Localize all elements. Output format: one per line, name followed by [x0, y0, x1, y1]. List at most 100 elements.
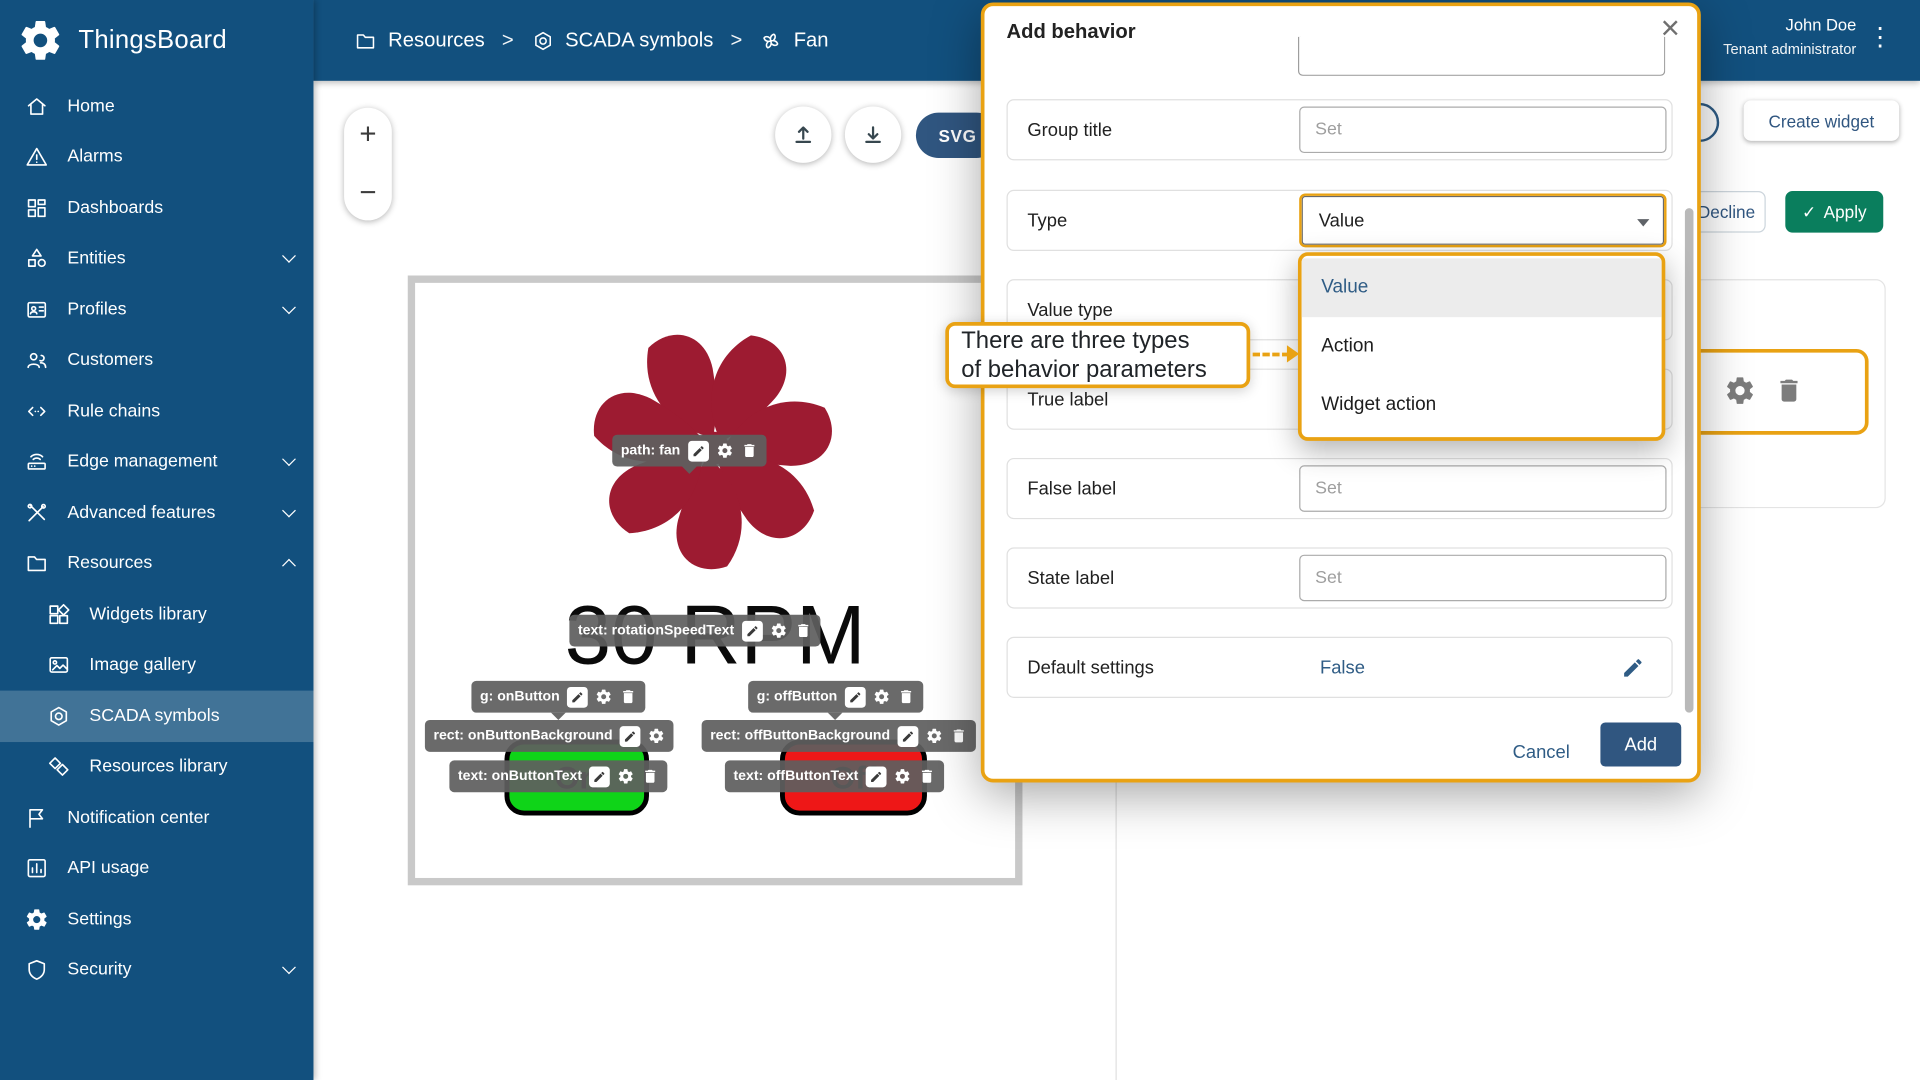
chevron-down-icon: [282, 960, 296, 975]
sidebar-item-label: Resources: [67, 553, 153, 574]
edit-icon[interactable]: [589, 765, 611, 787]
sidebar-item-label: Profiles: [67, 299, 127, 320]
gear-icon[interactable]: [770, 622, 787, 639]
sidebar-item-advanced-features[interactable]: Advanced features: [0, 487, 313, 538]
false-label-input[interactable]: [1299, 465, 1667, 512]
edit-icon[interactable]: [844, 686, 866, 708]
gear-icon[interactable]: [595, 688, 612, 705]
scrolled-field-partial[interactable]: [1297, 36, 1666, 76]
sidebar-item-settings[interactable]: Settings: [0, 894, 313, 945]
type-select[interactable]: Value: [1299, 193, 1667, 248]
tag-off-button-text: text: offButtonText: [724, 760, 945, 793]
breadcrumb-scada-symbols[interactable]: SCADA symbols: [531, 28, 714, 52]
add-button[interactable]: Add: [1600, 722, 1682, 767]
gear-icon[interactable]: [926, 727, 943, 744]
zoom-in-icon[interactable]: +: [359, 119, 376, 149]
home-icon: [27, 97, 46, 115]
dropdown-option-action[interactable]: Action: [1302, 317, 1662, 376]
app-name: ThingsBoard: [78, 25, 227, 54]
gear-icon[interactable]: [873, 688, 890, 705]
breadcrumb-label: Resources: [388, 28, 485, 51]
user-role: Tenant administrator: [1723, 40, 1857, 58]
download-button[interactable]: [844, 106, 902, 163]
dropdown-option-widget-action[interactable]: Widget action: [1302, 376, 1662, 435]
sidebar-item-resources-library[interactable]: Resources library: [0, 741, 313, 792]
gear-icon: [24, 907, 48, 931]
type-dropdown-panel: Value Action Widget action: [1297, 252, 1666, 441]
apply-button[interactable]: ✓ Apply: [1785, 191, 1884, 233]
sidebar-item-widgets-library[interactable]: Widgets library: [0, 589, 313, 640]
sidebar-item-label: Edge management: [67, 452, 218, 472]
sidebar-item-label: Resources library: [89, 757, 228, 777]
breadcrumb-separator: >: [501, 28, 514, 51]
field-label: State label: [1027, 567, 1115, 589]
sidebar-item-label: Home: [67, 96, 115, 117]
field-false-label: False label: [1006, 457, 1673, 520]
tutorial-tooltip: There are three types of behavior parame…: [945, 322, 1251, 389]
cancel-button[interactable]: Cancel: [1513, 742, 1570, 763]
tag-label: path: fan: [620, 443, 681, 458]
gear-icon[interactable]: [1724, 375, 1756, 407]
user-info: John Doe Tenant administrator: [1723, 13, 1856, 60]
breadcrumb-resources[interactable]: Resources: [354, 29, 485, 52]
trash-icon[interactable]: [897, 688, 914, 705]
trash-icon[interactable]: [740, 442, 757, 459]
edit-icon[interactable]: [897, 725, 919, 747]
create-widget-button[interactable]: Create widget: [1743, 100, 1900, 141]
state-label-input[interactable]: [1299, 554, 1667, 602]
trash-icon[interactable]: [918, 768, 935, 785]
trash-icon[interactable]: [642, 768, 659, 785]
breadcrumb-fan[interactable]: Fan: [759, 29, 829, 52]
sidebar-item-api-usage[interactable]: API usage: [0, 843, 313, 894]
sidebar-item-image-gallery[interactable]: Image gallery: [0, 640, 313, 691]
breadcrumb-label: SCADA symbols: [565, 28, 714, 51]
trash-icon[interactable]: [620, 688, 637, 705]
widgets-icon: [49, 603, 70, 624]
gear-icon[interactable]: [716, 442, 733, 459]
more-vertical-icon[interactable]: ⋮: [1867, 22, 1893, 54]
dialog-scrollbar[interactable]: [1684, 208, 1694, 713]
edit-icon[interactable]: [865, 765, 887, 787]
sidebar-item-edge-management[interactable]: Edge management: [0, 437, 313, 488]
scada-icon: [50, 706, 68, 726]
upload-button[interactable]: [775, 106, 832, 163]
dashboards-icon: [27, 198, 46, 217]
sidebar-item-rule-chains[interactable]: Rule chains: [0, 386, 313, 437]
sidebar-item-resources[interactable]: Resources: [0, 538, 313, 589]
field-label: True label: [1027, 388, 1109, 410]
sidebar-item-alarms[interactable]: Alarms: [0, 132, 313, 183]
edit-icon[interactable]: [687, 440, 709, 462]
dropdown-option-value[interactable]: Value: [1301, 258, 1662, 318]
gear-icon[interactable]: [894, 768, 911, 785]
sidebar-item-notification-center[interactable]: Notification center: [0, 792, 313, 843]
sidebar-item-profiles[interactable]: Profiles: [0, 284, 313, 335]
sidebar-item-customers[interactable]: Customers: [0, 335, 313, 386]
trash-icon[interactable]: [950, 727, 967, 744]
sidebar-item-label: Security: [67, 960, 132, 980]
sidebar-item-dashboards[interactable]: Dashboards: [0, 182, 313, 233]
gear-icon[interactable]: [618, 768, 635, 785]
sidebar-item-entities[interactable]: Entities: [0, 233, 313, 284]
sidebar-item-security[interactable]: Security: [0, 945, 313, 996]
folder-icon: [356, 33, 375, 48]
app-logo[interactable]: ThingsBoard: [0, 0, 313, 81]
trash-icon[interactable]: [1774, 376, 1803, 405]
edit-icon[interactable]: [741, 620, 763, 642]
field-state-label: State label: [1006, 547, 1673, 609]
image-icon: [49, 657, 69, 674]
add-behavior-dialog: Add behavior × Group title Type Value Va…: [980, 2, 1701, 783]
flag-icon: [29, 808, 44, 828]
group-title-input[interactable]: [1299, 106, 1667, 154]
edit-icon[interactable]: [567, 686, 588, 708]
sidebar-item-scada-symbols[interactable]: SCADA symbols: [0, 690, 314, 742]
sidebar-item-home[interactable]: Home: [0, 81, 313, 132]
sidebar-nav: Home Alarms Dashboards Entities Profiles: [0, 81, 314, 996]
sidebar: ThingsBoard Home Alarms Dashboards Entit…: [0, 0, 314, 1080]
edit-icon[interactable]: [1621, 656, 1644, 679]
advanced-features-icon: [27, 503, 47, 522]
zoom-out-icon[interactable]: −: [359, 178, 376, 208]
trash-icon[interactable]: [794, 622, 811, 639]
sidebar-item-label: Dashboards: [67, 198, 164, 218]
gear-icon[interactable]: [648, 727, 665, 744]
edit-icon[interactable]: [619, 725, 641, 747]
